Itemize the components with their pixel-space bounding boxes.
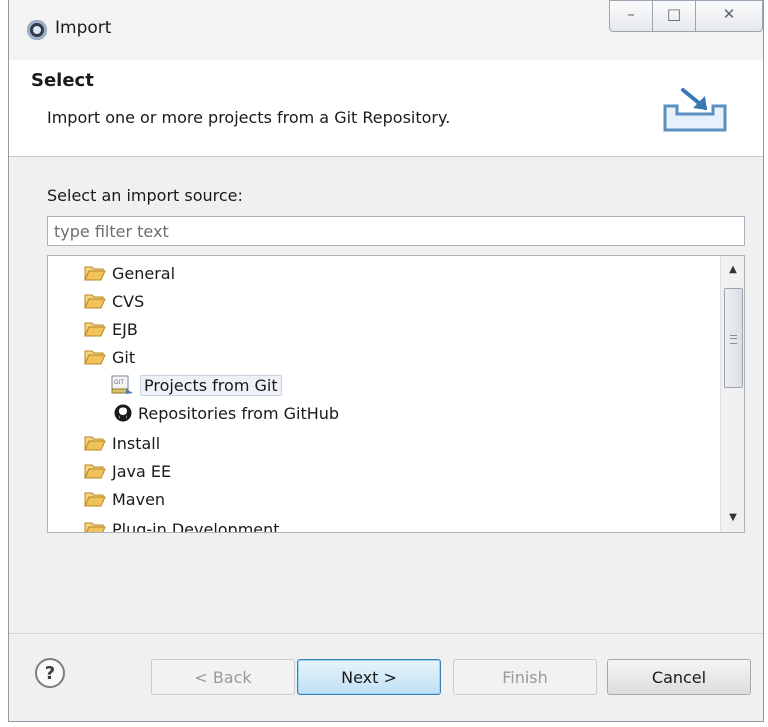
tree-item-label: Projects from Git — [140, 375, 282, 396]
minimize-button[interactable]: – — [609, 0, 653, 32]
folder-open-icon — [84, 436, 106, 451]
grip-icon — [730, 335, 737, 344]
scroll-up-icon[interactable]: ▲ — [721, 260, 744, 280]
import-dialog: Import – □ ✕ Select Import one or more p… — [8, 0, 764, 722]
tree-item-label: Git — [112, 348, 136, 367]
import-source-label: Select an import source: — [47, 186, 243, 205]
back-button[interactable]: < Back — [151, 659, 295, 695]
folder-open-icon — [84, 464, 106, 479]
next-button[interactable]: Next > — [297, 659, 441, 695]
github-icon — [114, 404, 132, 422]
tree-item-plug-in-development[interactable]: Plug-in Development — [84, 517, 280, 533]
tree-scrollbar[interactable]: ▲ ▼ — [720, 256, 744, 532]
tree-item-cvs[interactable]: CVS — [84, 289, 144, 315]
wizard-header: Select Import one or more projects from … — [9, 60, 763, 157]
tree-item-label: EJB — [112, 320, 138, 339]
tree-item-general[interactable]: General — [84, 261, 175, 287]
tree-item-projects-from-git[interactable]: GIT Projects from Git — [110, 373, 282, 399]
tree-item-git[interactable]: Git — [84, 345, 135, 371]
import-source-tree[interactable]: General CVS EJB Git GIT Projects from Gi… — [47, 255, 745, 533]
help-button[interactable]: ? — [35, 658, 65, 688]
tree-item-maven[interactable]: Maven — [84, 487, 165, 513]
folder-open-icon — [84, 522, 106, 532]
tree-item-java-ee[interactable]: Java EE — [84, 459, 171, 485]
minimize-icon: – — [627, 5, 635, 23]
tree-item-label: Java EE — [112, 462, 172, 481]
close-button[interactable]: ✕ — [695, 0, 763, 32]
footer-divider — [9, 633, 763, 634]
folder-open-icon — [84, 322, 106, 337]
finish-button[interactable]: Finish — [453, 659, 597, 695]
maximize-button[interactable]: □ — [652, 0, 696, 32]
tree-item-label: General — [112, 264, 176, 283]
import-wizard-icon — [663, 88, 727, 132]
tree-item-install[interactable]: Install — [84, 431, 160, 457]
folder-open-icon — [84, 294, 106, 309]
title-bar[interactable]: Import – □ ✕ — [9, 0, 763, 60]
folder-open-icon — [84, 266, 106, 281]
git-projects-icon: GIT — [111, 375, 133, 394]
tree-item-label: Maven — [112, 490, 166, 509]
window-title: Import — [55, 18, 112, 38]
folder-open-icon — [84, 492, 106, 507]
tree-item-label: Plug-in Development — [112, 520, 280, 533]
window-controls: – □ ✕ — [609, 0, 763, 38]
filter-input[interactable] — [47, 216, 745, 246]
tree-item-label: CVS — [112, 292, 145, 311]
tree-item-label: Install — [112, 434, 161, 453]
tree-item-repositories-from-github[interactable]: Repositories from GitHub — [114, 401, 339, 427]
page-title: Select — [31, 70, 94, 91]
svg-text:GIT: GIT — [114, 379, 124, 386]
maximize-icon: □ — [666, 5, 682, 23]
cancel-button[interactable]: Cancel — [607, 659, 751, 695]
scroll-down-icon[interactable]: ▼ — [721, 508, 744, 528]
tree-item-ejb[interactable]: EJB — [84, 317, 138, 343]
close-icon: ✕ — [722, 5, 736, 23]
page-description: Import one or more projects from a Git R… — [47, 108, 451, 127]
eclipse-app-icon — [27, 20, 47, 40]
scroll-thumb[interactable] — [724, 288, 743, 388]
folder-open-icon — [84, 350, 106, 365]
tree-item-label: Repositories from GitHub — [138, 404, 340, 423]
